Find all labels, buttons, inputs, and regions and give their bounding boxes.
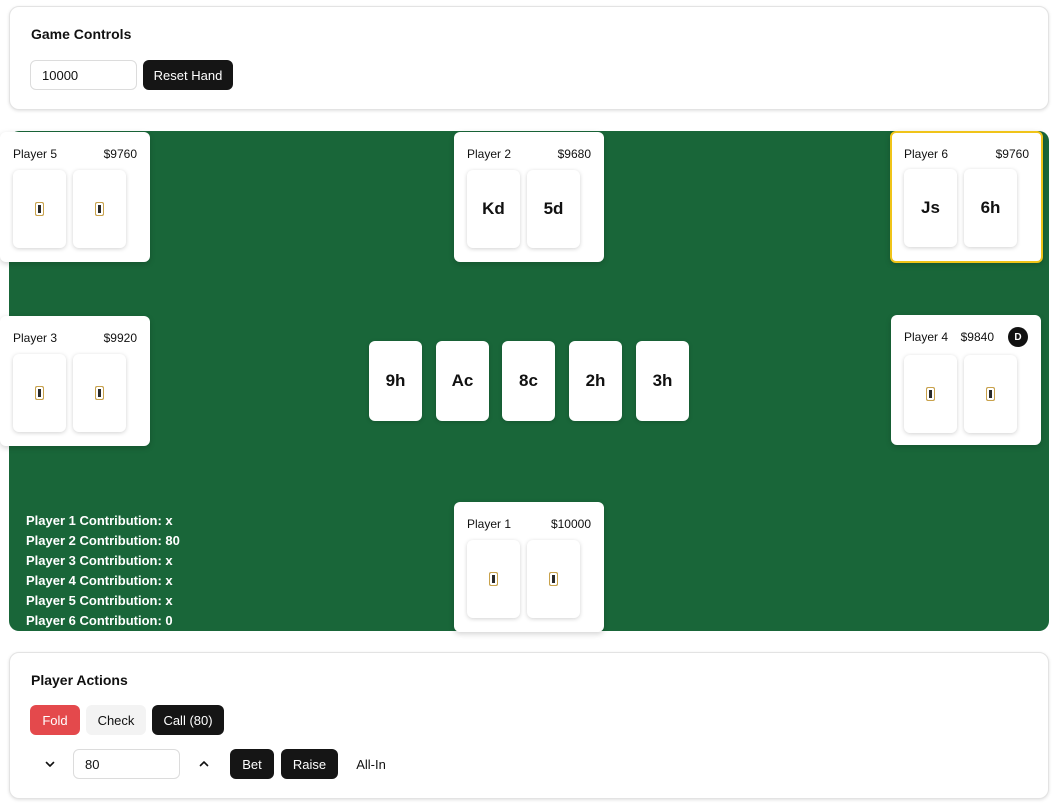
hole-card-hidden <box>904 355 957 433</box>
player-name: Player 5 <box>13 147 58 161</box>
player-actions-panel: Player Actions Fold Check Call (80) Bet … <box>9 652 1049 799</box>
bet-amount-input[interactable] <box>73 749 180 779</box>
hole-card: 5d <box>527 170 580 248</box>
player-actions-title: Player Actions <box>31 672 128 688</box>
hole-card-hidden <box>527 540 580 618</box>
seat-player-6: Player 6 $9760 Js 6h <box>890 131 1043 263</box>
player-stack: $9920 <box>103 331 137 345</box>
player-stack: $9760 <box>103 147 137 161</box>
raise-button[interactable]: Raise <box>281 749 338 779</box>
community-card: 8c <box>502 341 555 421</box>
check-button[interactable]: Check <box>86 705 146 735</box>
dealer-button: D <box>1008 327 1028 347</box>
card-back-icon <box>95 202 104 216</box>
card-back-icon <box>926 387 935 401</box>
community-card: 2h <box>569 341 622 421</box>
hole-card-hidden <box>13 170 66 248</box>
player-stack: $10000 <box>550 517 591 531</box>
player-name: Player 1 <box>467 517 512 531</box>
card-back-icon <box>35 202 44 216</box>
hole-card-hidden <box>73 170 126 248</box>
fold-button[interactable]: Fold <box>30 705 80 735</box>
bet-button[interactable]: Bet <box>230 749 274 779</box>
player-name: Player 6 <box>904 147 949 161</box>
player-name: Player 2 <box>467 147 512 161</box>
all-in-button[interactable]: All-In <box>346 749 396 779</box>
community-card: 3h <box>636 341 689 421</box>
hole-card: Js <box>904 169 957 247</box>
contribution-line: Player 1 Contribution: x <box>26 513 173 528</box>
player-stack: $9760 <box>995 147 1029 161</box>
card-back-icon <box>95 386 104 400</box>
contribution-line: Player 5 Contribution: x <box>26 593 173 608</box>
seat-player-2: Player 2 $9680 Kd 5d <box>454 132 604 262</box>
card-back-icon <box>489 572 498 586</box>
call-button[interactable]: Call (80) <box>152 705 224 735</box>
player-stack: $9840 <box>960 330 994 344</box>
chevron-down-icon[interactable] <box>36 749 64 779</box>
community-card: 9h <box>369 341 422 421</box>
hole-card-hidden <box>73 354 126 432</box>
seat-player-1: Player 1 $10000 <box>454 502 604 632</box>
contribution-line: Player 3 Contribution: x <box>26 553 173 568</box>
chevron-up-icon[interactable] <box>190 749 218 779</box>
contribution-line: Player 4 Contribution: x <box>26 573 173 588</box>
contribution-line: Player 6 Contribution: 0 <box>26 613 173 628</box>
starting-stack-input[interactable] <box>30 60 137 90</box>
card-back-icon <box>35 386 44 400</box>
player-stack: $9680 <box>557 147 591 161</box>
contribution-line: Player 2 Contribution: 80 <box>26 533 180 548</box>
hole-card: Kd <box>467 170 520 248</box>
game-controls-panel: Game Controls Reset Hand <box>9 6 1049 110</box>
community-card: Ac <box>436 341 489 421</box>
card-back-icon <box>986 387 995 401</box>
seat-player-3: Player 3 $9920 <box>0 316 150 446</box>
reset-hand-button[interactable]: Reset Hand <box>143 60 233 90</box>
hole-card-hidden <box>13 354 66 432</box>
seat-player-4: Player 4 $9840 D <box>891 315 1041 445</box>
game-controls-title: Game Controls <box>31 26 132 42</box>
seat-player-5: Player 5 $9760 <box>0 132 150 262</box>
poker-table: Player 5 $9760 Player 2 $9680 Kd 5d Play… <box>0 131 1049 632</box>
player-name: Player 4 <box>904 330 949 344</box>
card-back-icon <box>549 572 558 586</box>
hole-card: 6h <box>964 169 1017 247</box>
hole-card-hidden <box>467 540 520 618</box>
hole-card-hidden <box>964 355 1017 433</box>
player-name: Player 3 <box>13 331 58 345</box>
